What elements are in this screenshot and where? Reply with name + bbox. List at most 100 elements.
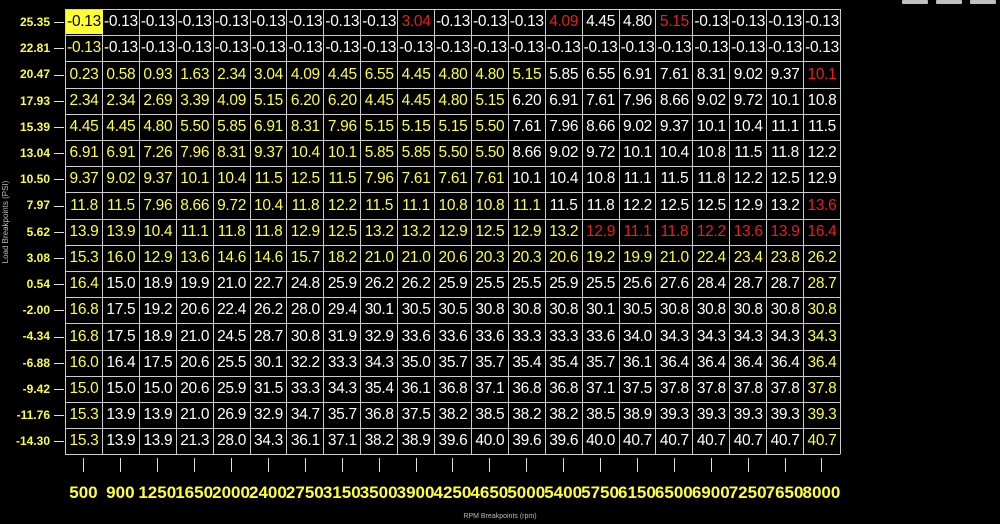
table-cell[interactable]: 13.9 [66, 220, 103, 244]
table-cell[interactable]: 4.45 [398, 63, 435, 87]
table-cell[interactable]: 33.3 [324, 351, 361, 375]
table-cell[interactable]: 25.6 [619, 272, 656, 296]
table-cell[interactable]: 13.9 [139, 403, 176, 427]
table-cell[interactable]: 21.0 [361, 246, 398, 270]
table-cell[interactable]: 5.85 [545, 63, 582, 87]
table-cell[interactable]: 12.5 [287, 167, 324, 191]
table-cell[interactable]: 30.8 [767, 298, 804, 322]
table-cell[interactable]: 6.91 [545, 89, 582, 113]
table-cell[interactable]: 21.3 [176, 429, 213, 453]
table-cell[interactable]: 5.50 [471, 141, 508, 165]
table-cell[interactable]: 22.4 [213, 298, 250, 322]
table-cell[interactable]: 34.3 [324, 377, 361, 401]
table-cell[interactable]: 10.8 [471, 194, 508, 218]
table-cell[interactable]: 20.6 [176, 351, 213, 375]
table-cell[interactable]: -0.13 [435, 10, 472, 34]
table-cell[interactable]: 30.8 [471, 298, 508, 322]
table-cell[interactable]: 8.66 [176, 194, 213, 218]
table-cell[interactable]: -0.13 [176, 10, 213, 34]
table-cell[interactable]: 17.5 [102, 298, 139, 322]
table-cell[interactable]: 36.8 [545, 377, 582, 401]
table-cell[interactable]: 25.5 [508, 272, 545, 296]
table-cell[interactable]: 30.5 [619, 298, 656, 322]
table-cell[interactable]: 10.1 [508, 167, 545, 191]
table-cell[interactable]: 9.02 [545, 141, 582, 165]
selected-table-cell[interactable]: -0.13 [65, 10, 103, 35]
table-cell[interactable]: 11.8 [66, 194, 103, 218]
table-cell[interactable]: -0.13 [508, 36, 545, 60]
table-cell[interactable]: 37.1 [582, 377, 619, 401]
table-cell[interactable]: 11.5 [324, 167, 361, 191]
table-cell[interactable]: 40.0 [582, 429, 619, 453]
table-cell[interactable]: 9.72 [730, 89, 767, 113]
table-cell[interactable]: 12.2 [693, 220, 730, 244]
table-cell[interactable]: 12.5 [324, 220, 361, 244]
table-cell[interactable]: 30.8 [730, 298, 767, 322]
table-cell[interactable]: 7.61 [656, 63, 693, 87]
table-cell[interactable]: 9.37 [767, 63, 804, 87]
table-cell[interactable]: 13.6 [730, 220, 767, 244]
table-cell[interactable]: -0.13 [361, 10, 398, 34]
table-cell[interactable]: -0.13 [324, 36, 361, 60]
table-cell[interactable]: 25.5 [471, 272, 508, 296]
table-cell[interactable]: 6.91 [102, 141, 139, 165]
table-cell[interactable]: 9.72 [213, 194, 250, 218]
table-cell[interactable]: 39.6 [435, 429, 472, 453]
table-cell[interactable]: 11.1 [619, 167, 656, 191]
table-cell[interactable]: 38.2 [508, 403, 545, 427]
table-cell[interactable]: 10.1 [324, 141, 361, 165]
table-cell[interactable]: 10.8 [582, 167, 619, 191]
table-cell[interactable]: 11.1 [176, 220, 213, 244]
table-cell[interactable]: 3.04 [398, 10, 435, 34]
table-cell[interactable]: 38.2 [361, 429, 398, 453]
table-cell[interactable]: 2.34 [66, 89, 103, 113]
table-cell[interactable]: 16.4 [66, 272, 103, 296]
table-cell[interactable]: 12.9 [435, 220, 472, 244]
table-cell[interactable]: 30.8 [287, 325, 324, 349]
table-cell[interactable]: 32.2 [287, 351, 324, 375]
table-cell[interactable]: 40.7 [619, 429, 656, 453]
table-cell[interactable]: 0.93 [139, 63, 176, 87]
table-cell[interactable]: 10.8 [804, 89, 841, 113]
table-cell[interactable]: 11.5 [545, 194, 582, 218]
table-cell[interactable]: 15.0 [102, 272, 139, 296]
table-cell[interactable]: 10.4 [250, 194, 287, 218]
table-cell[interactable]: -0.13 [102, 10, 139, 34]
table-cell[interactable]: 28.7 [767, 272, 804, 296]
table-cell[interactable]: 4.45 [324, 63, 361, 87]
table-cell[interactable]: 28.4 [693, 272, 730, 296]
table-cell[interactable]: 39.3 [693, 403, 730, 427]
table-cell[interactable]: 19.9 [176, 272, 213, 296]
table-cell[interactable]: 34.3 [804, 325, 841, 349]
table-cell[interactable]: 9.72 [582, 141, 619, 165]
table-cell[interactable]: 26.2 [361, 272, 398, 296]
table-cell[interactable]: 9.02 [619, 115, 656, 139]
table-cell[interactable]: 37.5 [619, 377, 656, 401]
table-cell[interactable]: -0.13 [139, 10, 176, 34]
table-cell[interactable]: 32.9 [250, 403, 287, 427]
table-cell[interactable]: 22.7 [250, 272, 287, 296]
table-cell[interactable]: 11.5 [361, 194, 398, 218]
table-cell[interactable]: 10.1 [804, 63, 841, 87]
table-cell[interactable]: 38.9 [619, 403, 656, 427]
table-cell[interactable]: 20.3 [471, 246, 508, 270]
table-cell[interactable]: 34.0 [619, 325, 656, 349]
table-cell[interactable]: 10.1 [619, 141, 656, 165]
table-cell[interactable]: 6.91 [619, 63, 656, 87]
table-cell[interactable]: 4.45 [398, 89, 435, 113]
table-cell[interactable]: 3.04 [250, 63, 287, 87]
table-cell[interactable]: 6.55 [361, 63, 398, 87]
table-cell[interactable]: 35.4 [361, 377, 398, 401]
table-cell[interactable]: 25.9 [324, 272, 361, 296]
table-cell[interactable]: 13.9 [102, 220, 139, 244]
table-cell[interactable]: 33.6 [471, 325, 508, 349]
table-cell[interactable]: 11.5 [804, 115, 841, 139]
table-cell[interactable]: 35.7 [471, 351, 508, 375]
table-cell[interactable]: 8.31 [693, 63, 730, 87]
table-cell[interactable]: 25.9 [545, 272, 582, 296]
table-cell[interactable]: 11.1 [398, 194, 435, 218]
table-cell[interactable]: -0.13 [656, 36, 693, 60]
table-cell[interactable]: 9.02 [102, 167, 139, 191]
table-cell[interactable]: -0.13 [471, 10, 508, 34]
table-cell[interactable]: 4.45 [102, 115, 139, 139]
